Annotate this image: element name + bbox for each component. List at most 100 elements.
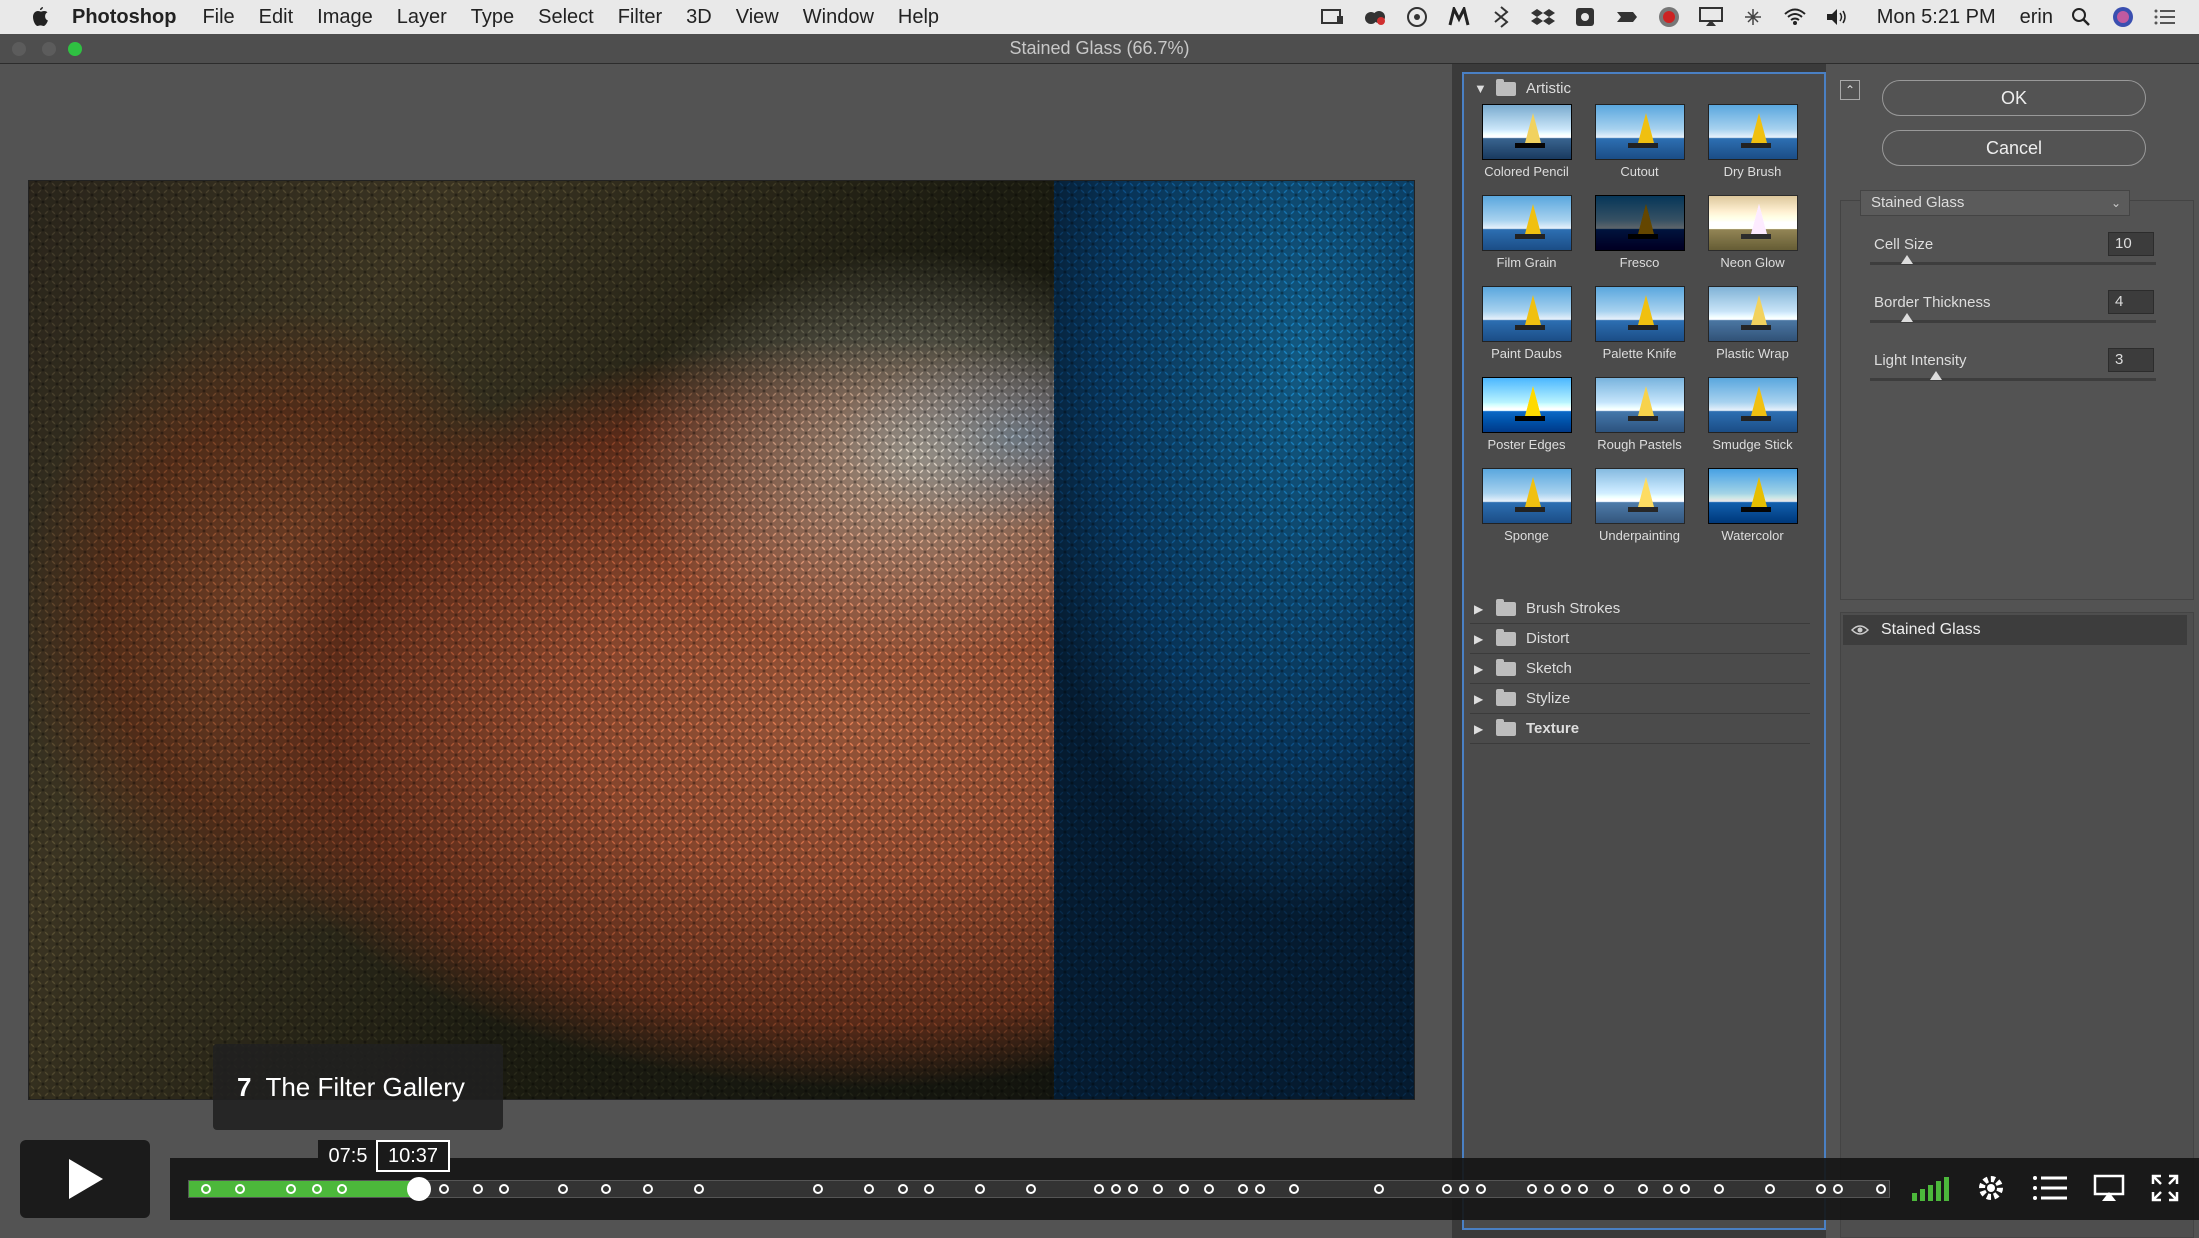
menu-select[interactable]: Select (538, 6, 594, 29)
siri-icon[interactable] (2109, 5, 2137, 29)
param-value-input[interactable]: 3 (2108, 348, 2154, 372)
chapter-marker[interactable] (1025, 1184, 1036, 1194)
chapter-marker[interactable] (1578, 1184, 1588, 1194)
chapter-marker[interactable] (1110, 1184, 1121, 1194)
filter-thumb-fresco[interactable]: Fresco (1583, 195, 1696, 270)
chapter-marker[interactable] (1833, 1184, 1843, 1194)
menu-help[interactable]: Help (898, 6, 939, 29)
chapter-marker[interactable] (600, 1184, 611, 1194)
filter-thumb-poster-edges[interactable]: Poster Edges (1470, 377, 1583, 452)
quality-bars-icon[interactable] (1912, 1175, 1949, 1201)
chapter-marker[interactable] (1637, 1184, 1648, 1194)
chapter-marker[interactable] (694, 1184, 704, 1194)
m-logo-icon[interactable] (1445, 5, 1473, 29)
filter-thumb-dry-brush[interactable]: Dry Brush (1696, 104, 1809, 179)
screen-recorder-icon[interactable] (1319, 5, 1347, 29)
airplay-icon[interactable] (2093, 1174, 2125, 1202)
chapter-marker[interactable] (923, 1184, 934, 1194)
filter-thumb-underpainting[interactable]: Underpainting (1583, 468, 1696, 543)
chapter-marker[interactable] (1178, 1184, 1189, 1194)
play-button[interactable] (20, 1140, 150, 1218)
filter-thumb-smudge-stick[interactable]: Smudge Stick (1696, 377, 1809, 452)
chapter-marker[interactable] (337, 1184, 347, 1194)
scrub-playhead[interactable] (406, 1177, 431, 1201)
menu-type[interactable]: Type (471, 6, 514, 29)
chapter-marker[interactable] (201, 1184, 211, 1194)
param-slider-knob[interactable] (1929, 371, 1942, 380)
menu-window[interactable]: Window (803, 6, 874, 29)
dropbox-icon[interactable] (1529, 5, 1557, 29)
chapter-marker[interactable] (439, 1184, 449, 1194)
collapse-gallery-icon[interactable]: ⌃ (1840, 80, 1860, 100)
airplay-display-icon[interactable] (1697, 5, 1725, 29)
chapter-marker[interactable] (813, 1184, 823, 1194)
category-distort[interactable]: ▶ Distort (1470, 624, 1810, 654)
apple-icon[interactable] (30, 6, 50, 28)
param-value-input[interactable]: 4 (2108, 290, 2154, 314)
chapter-marker[interactable] (1603, 1184, 1614, 1194)
menubar-user[interactable]: erin (2020, 6, 2053, 29)
filter-thumb-neon-glow[interactable]: Neon Glow (1696, 195, 1809, 270)
chapter-marker[interactable] (1476, 1184, 1486, 1194)
chapter-marker[interactable] (498, 1184, 509, 1194)
chapter-marker[interactable] (1527, 1184, 1537, 1194)
chapter-marker[interactable] (1127, 1184, 1138, 1194)
chapter-marker[interactable] (898, 1184, 908, 1194)
chapter-marker[interactable] (1442, 1184, 1452, 1194)
chapter-marker[interactable] (1544, 1184, 1554, 1194)
chapter-marker[interactable] (1561, 1184, 1571, 1194)
chapter-marker[interactable] (1663, 1184, 1673, 1194)
menu-view[interactable]: View (736, 6, 779, 29)
chapter-marker[interactable] (311, 1184, 322, 1194)
filter-thumb-paint-daubs[interactable]: Paint Daubs (1470, 286, 1583, 361)
clipboard-icon[interactable] (1571, 5, 1599, 29)
chapter-marker[interactable] (643, 1184, 653, 1194)
wifi-icon[interactable] (1781, 5, 1809, 29)
list-icon[interactable] (2033, 1174, 2067, 1202)
filter-thumb-rough-pastels[interactable]: Rough Pastels (1583, 377, 1696, 452)
chapter-marker[interactable] (286, 1184, 296, 1194)
chapter-marker[interactable] (1153, 1184, 1163, 1194)
bluetooth-like-icon[interactable] (1487, 5, 1515, 29)
category-artistic[interactable]: ▼ Artistic (1474, 78, 1571, 97)
sync-icon[interactable] (1739, 5, 1767, 29)
filter-thumb-film-grain[interactable]: Film Grain (1470, 195, 1583, 270)
notification-center-icon[interactable] (2151, 5, 2179, 29)
menu-filter[interactable]: Filter (618, 6, 662, 29)
chapter-marker[interactable] (1875, 1184, 1886, 1194)
chapter-marker[interactable] (1238, 1184, 1248, 1194)
creative-cloud-icon[interactable] (1361, 5, 1389, 29)
chapter-marker[interactable] (1680, 1184, 1690, 1194)
param-slider-track[interactable] (1870, 378, 2156, 381)
category-texture[interactable]: ▶ Texture (1470, 714, 1810, 744)
filter-thumb-watercolor[interactable]: Watercolor (1696, 468, 1809, 543)
chapter-marker[interactable] (1204, 1184, 1214, 1194)
chapter-marker[interactable] (1289, 1184, 1299, 1194)
cancel-button[interactable]: Cancel (1882, 130, 2146, 166)
chapter-marker[interactable] (473, 1184, 483, 1194)
chapter-marker[interactable] (864, 1184, 874, 1194)
filter-thumb-colored-pencil[interactable]: Colored Pencil (1470, 104, 1583, 179)
chapter-marker[interactable] (1459, 1184, 1469, 1194)
filter-thumb-cutout[interactable]: Cutout (1583, 104, 1696, 179)
chapter-marker[interactable] (1255, 1184, 1265, 1194)
menu-layer[interactable]: Layer (397, 6, 447, 29)
category-brush-strokes[interactable]: ▶ Brush Strokes (1470, 594, 1810, 624)
effect-layer-row[interactable]: Stained Glass (1843, 615, 2187, 645)
category-stylize[interactable]: ▶ Stylize (1470, 684, 1810, 714)
menu-edit[interactable]: Edit (259, 6, 293, 29)
ok-button[interactable]: OK (1882, 80, 2146, 116)
filter-thumb-palette-knife[interactable]: Palette Knife (1583, 286, 1696, 361)
filter-thumb-plastic-wrap[interactable]: Plastic Wrap (1696, 286, 1809, 361)
chapter-marker[interactable] (1816, 1184, 1826, 1194)
param-slider-knob[interactable] (1901, 255, 1914, 264)
chapter-marker[interactable] (1765, 1184, 1775, 1194)
record-icon[interactable] (1655, 5, 1683, 29)
search-icon[interactable] (2067, 5, 2095, 29)
filter-select-dropdown[interactable]: Stained Glass ⌄ (1860, 190, 2130, 216)
eye-icon[interactable] (1851, 624, 1869, 636)
param-slider-knob[interactable] (1901, 313, 1914, 322)
gear-icon[interactable] (1975, 1172, 2007, 1204)
chapter-marker[interactable] (235, 1184, 245, 1194)
chapter-marker[interactable] (1093, 1184, 1104, 1194)
